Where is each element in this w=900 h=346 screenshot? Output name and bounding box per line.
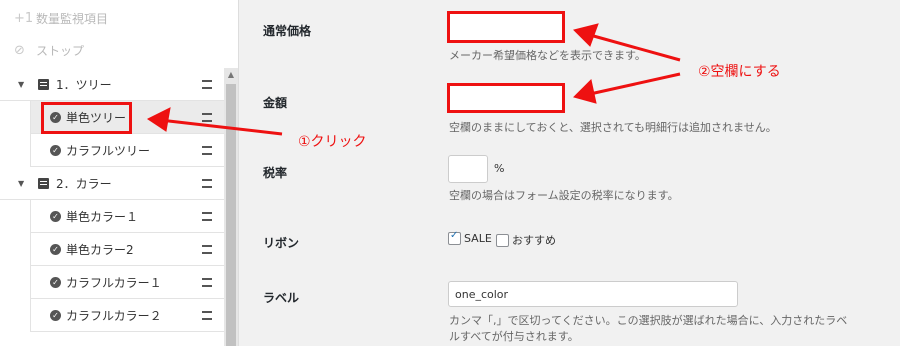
tax-help: 空欄の場合はフォーム設定の税率になります。 (449, 189, 679, 202)
drag-handle-icon[interactable] (202, 310, 212, 320)
tree-item-label: 単色カラー１ (66, 209, 139, 224)
tag-input[interactable]: one_color (448, 281, 738, 307)
list-icon (38, 78, 49, 90)
drag-handle-icon[interactable] (202, 145, 212, 155)
check-circle-icon: ✓ (50, 144, 61, 156)
check-circle-icon: ✓ (50, 210, 61, 222)
drag-handle-icon[interactable] (202, 112, 212, 122)
amount-help: 空欄のままにしておくと、選択されても明細行は追加されません。 (449, 121, 777, 134)
tax-rate-input[interactable] (448, 155, 488, 183)
regular-price-help: メーカー希望価格などを表示できます。 (449, 49, 646, 62)
drag-handle-icon[interactable] (202, 79, 212, 89)
highlight-box-selected-item (41, 102, 132, 134)
plus-one-icon: +1 (14, 10, 34, 26)
tax-rate-label: 税率 (263, 166, 288, 180)
add-quantity-monitor-action[interactable]: +1 数量監視項目 (14, 6, 108, 30)
annotation-click: ①クリック (298, 134, 367, 150)
tree-group-color[interactable]: ▼ 2．カラー (0, 167, 224, 200)
scrollbar-thumb[interactable] (226, 84, 236, 346)
highlight-box-amount (447, 83, 565, 113)
tree-group-label: 1．ツリー (56, 77, 112, 92)
tag-help-line1: カンマ「,」で区切ってください。この選択肢が選ばれた場合に、入力されたラベ (449, 314, 848, 327)
action-label: 数量監視項目 (36, 11, 109, 26)
stop-action[interactable]: ⊘ ストップ (14, 38, 84, 62)
caret-down-icon[interactable]: ▼ (18, 80, 24, 89)
amount-label: 金額 (263, 96, 288, 110)
scroll-up-icon[interactable]: ▲ (224, 68, 238, 82)
drag-handle-icon[interactable] (202, 244, 212, 254)
tree-item-label: 単色カラー2 (66, 242, 134, 257)
sale-checkbox[interactable] (448, 230, 461, 245)
tree-item-label: カラフルカラー２ (66, 308, 162, 323)
drag-handle-icon[interactable] (202, 277, 212, 287)
recommend-checkbox[interactable] (496, 233, 509, 247)
tree-group-tree[interactable]: ▼ 1．ツリー (0, 68, 224, 101)
ribbon-option-recommend[interactable]: おすすめ (496, 232, 556, 248)
check-circle-icon: ✓ (50, 243, 61, 255)
tag-label: ラベル (263, 291, 300, 305)
option-label: おすすめ (512, 234, 556, 247)
highlight-box-regular-price (447, 11, 565, 43)
annotation-blank: ②空欄にする (698, 64, 781, 80)
check-circle-icon: ✓ (50, 276, 61, 288)
stop-icon: ⊘ (14, 42, 25, 58)
caret-down-icon[interactable]: ▼ (18, 179, 24, 188)
sidebar: +1 数量監視項目 ⊘ ストップ ▼ 1．ツリー ✓ 単色ツリー ✓ カラフルツ… (0, 0, 239, 346)
check-circle-icon: ✓ (50, 309, 61, 321)
drag-handle-icon[interactable] (202, 211, 212, 221)
tree-item-label: カラフルカラー１ (66, 275, 162, 290)
option-label: SALE (464, 232, 492, 245)
tree-item-single-color-2[interactable]: ✓ 単色カラー2 (30, 233, 224, 266)
tag-help-line2: ルすべてが付与されます。 (449, 330, 579, 343)
ribbon-label: リボン (263, 236, 300, 250)
tree-item-single-color-1[interactable]: ✓ 単色カラー１ (30, 200, 224, 233)
tax-unit: % (494, 162, 505, 175)
tree-item-colorful-tree[interactable]: ✓ カラフルツリー (30, 134, 224, 167)
ribbon-option-sale[interactable]: SALE (448, 230, 492, 245)
list-icon (38, 177, 49, 189)
tree-item-label: カラフルツリー (66, 143, 151, 158)
tree-item-colorful-color-2[interactable]: ✓ カラフルカラー２ (30, 299, 224, 332)
drag-handle-icon[interactable] (202, 178, 212, 188)
tree-group-label: 2．カラー (56, 176, 112, 191)
tree-item-colorful-color-1[interactable]: ✓ カラフルカラー１ (30, 266, 224, 299)
action-label: ストップ (36, 43, 85, 58)
regular-price-label: 通常価格 (263, 24, 312, 38)
